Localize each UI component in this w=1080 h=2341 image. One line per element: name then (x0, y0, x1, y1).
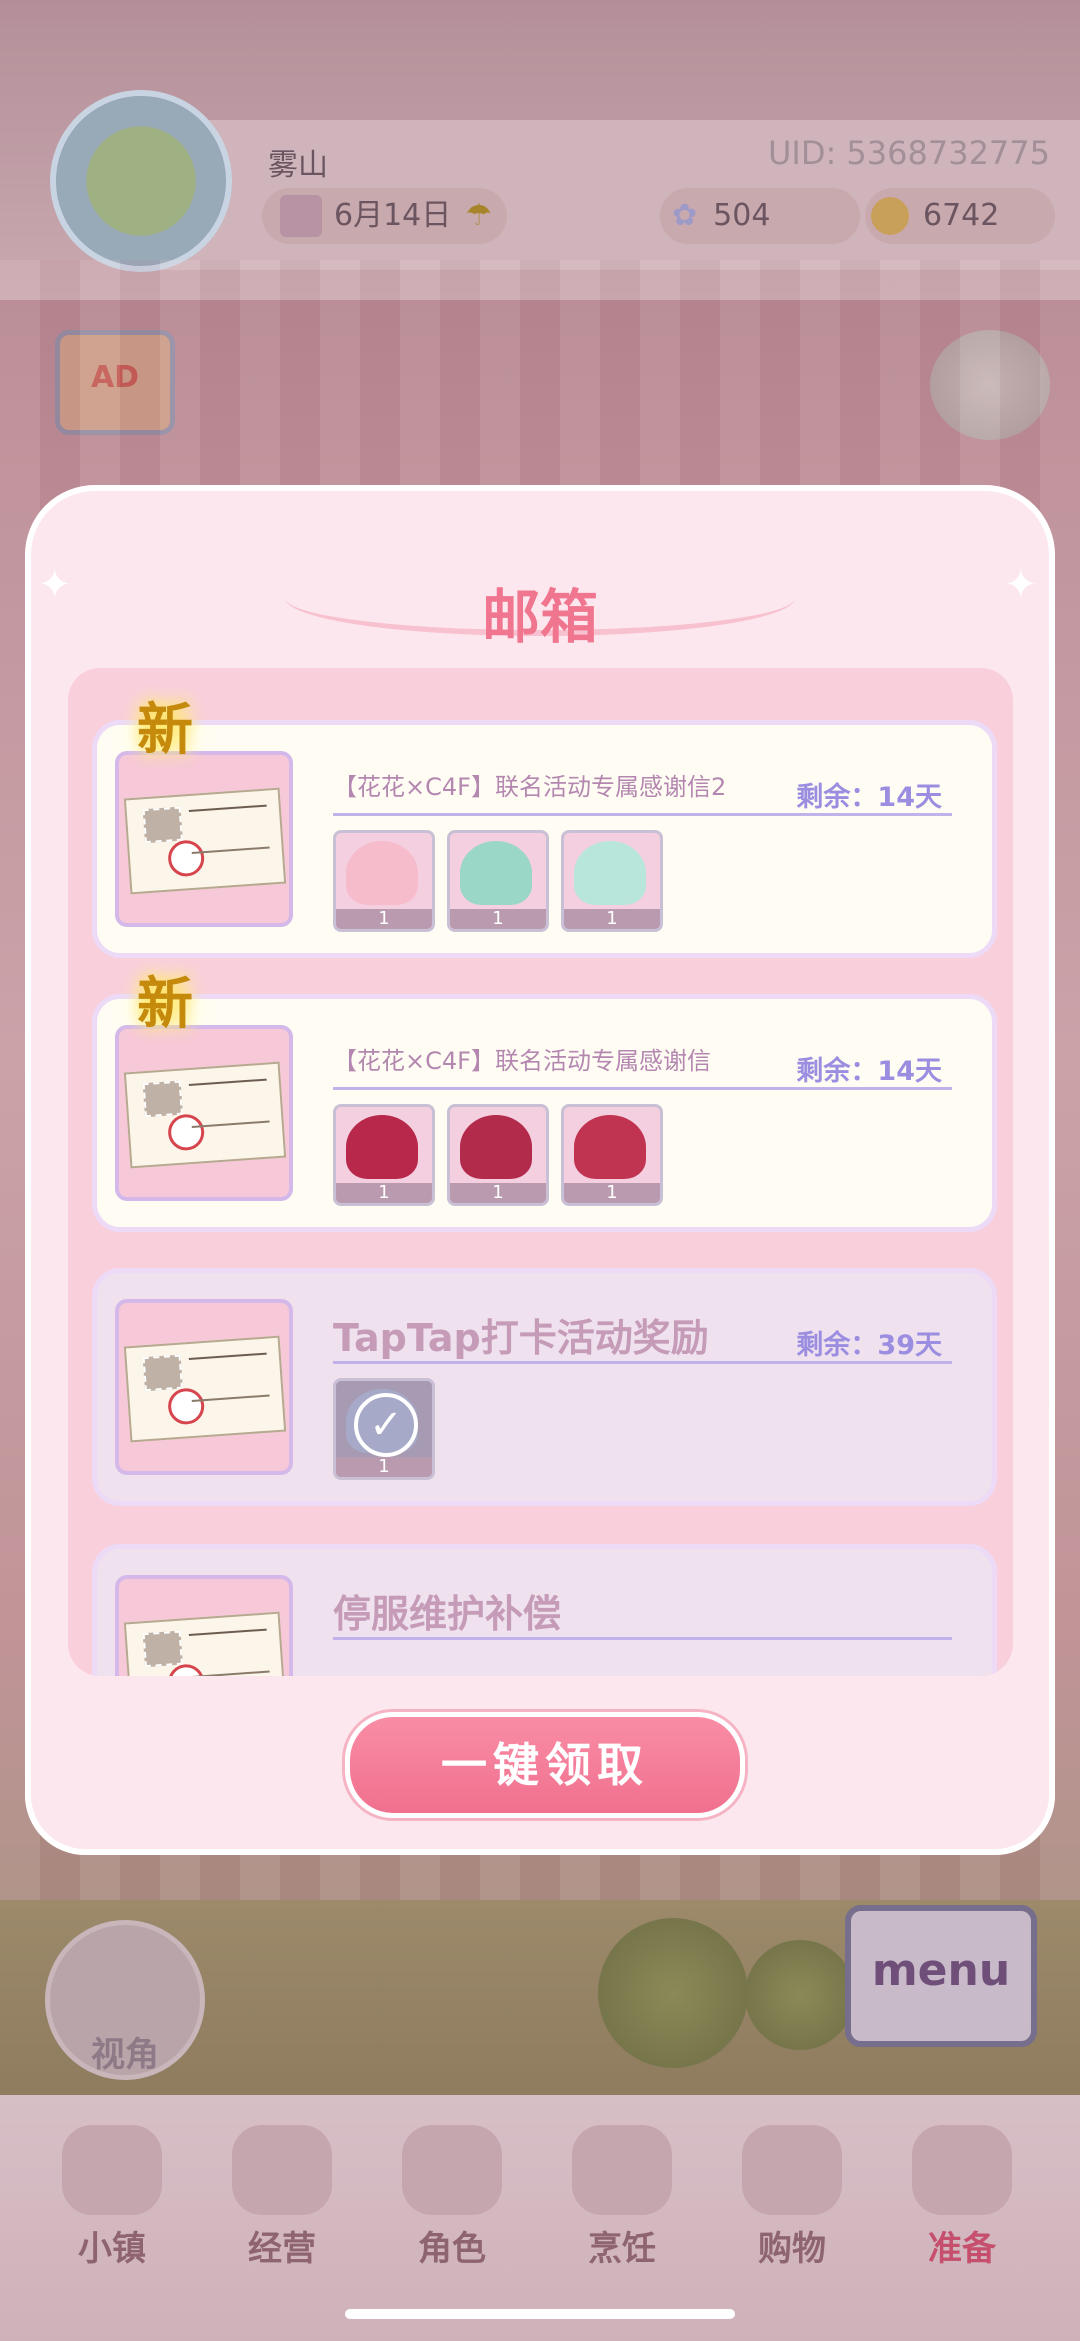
umbrella-icon: ☂ (465, 198, 493, 233)
mail-remaining: 剩余：14天 (796, 782, 942, 813)
nav-business[interactable]: 经营 (212, 2125, 352, 2275)
gems-count: 504 (713, 198, 771, 233)
reward-item[interactable]: 1 (561, 1104, 663, 1206)
player-uid: UID: 5368732775 (767, 134, 1050, 172)
hair-accessory-icon (346, 1115, 418, 1179)
nav-label: 经营 (248, 2229, 316, 2269)
camera-label: 视角 (91, 2035, 159, 2075)
mail-item[interactable]: 新 【花花×C4F】联名活动专属感谢信 剩余：14天 1 1 1 (92, 972, 997, 1232)
envelope-icon (123, 787, 287, 895)
title-underline (333, 1637, 952, 1640)
new-badge: 新 (137, 698, 193, 763)
item-qty: 1 (336, 909, 432, 929)
calendar-icon (280, 195, 322, 237)
nav-town[interactable]: 小镇 (42, 2125, 182, 2275)
gem-flower-icon: ✿ (672, 198, 698, 233)
coin-icon (871, 197, 909, 235)
nav-label: 准备 (928, 2229, 996, 2269)
date-pill: 6月14日 ☂ (262, 188, 507, 244)
item-qty: 1 (336, 1457, 432, 1477)
mail-thumbnail (115, 1299, 293, 1475)
bush-decoration (598, 1918, 748, 2068)
mail-item[interactable]: TapTap打卡活动奖励 剩余：39天 ✓ 1 (92, 1268, 997, 1506)
new-badge: 新 (137, 972, 193, 1037)
date-text: 6月14日 (334, 198, 452, 233)
mailbox-title: 邮箱 (481, 583, 598, 651)
mail-remaining: 剩余：14天 (796, 1056, 942, 1087)
nav-label: 小镇 (78, 2229, 146, 2269)
menu-book-button[interactable]: menu (845, 1905, 1037, 2047)
item-qty: 1 (450, 909, 546, 929)
mail-title: 停服维护补偿 (333, 1592, 562, 1636)
nav-prepare[interactable]: 准备 (892, 2125, 1032, 2275)
bush-decoration (745, 1940, 855, 2050)
nav-label: 购物 (758, 2229, 826, 2269)
outfit-icon (460, 1115, 532, 1179)
map-icon (62, 2125, 162, 2215)
coins-pill[interactable]: 6742 (865, 188, 1055, 244)
reward-item[interactable]: 1 (561, 830, 663, 932)
gems-pill[interactable]: ✿ 504 (660, 188, 860, 244)
nav-label: 角色 (418, 2229, 486, 2269)
reward-item[interactable]: 1 (333, 830, 435, 932)
nav-cooking[interactable]: 烹饪 (552, 2125, 692, 2275)
title-underline (333, 813, 952, 816)
item-qty: 1 (564, 1183, 660, 1203)
mail-thumbnail (115, 1575, 293, 1676)
item-qty: 1 (564, 909, 660, 929)
reward-item[interactable]: 1 (447, 1104, 549, 1206)
sparkle-icon: ✦ (1004, 562, 1038, 608)
mail-item[interactable]: 新 【花花×C4F】联名活动专属感谢信2 剩余：14天 1 1 1 (92, 698, 997, 958)
reward-item[interactable]: 1 (333, 1104, 435, 1206)
item-qty: 1 (336, 1183, 432, 1203)
sparkle-icon: ✦ (38, 562, 72, 608)
nav-label: 烹饪 (588, 2229, 656, 2269)
mail-remaining: 剩余：39天 (796, 1330, 942, 1361)
mail-thumbnail (115, 751, 293, 927)
mail-thumbnail (115, 1025, 293, 1201)
nav-character[interactable]: 角色 (382, 2125, 522, 2275)
home-indicator[interactable] (345, 2309, 735, 2319)
hair-accessory-icon (346, 841, 418, 905)
envelope-icon (123, 1611, 287, 1676)
reward-item[interactable]: 1 (447, 830, 549, 932)
envelope-icon (123, 1335, 287, 1443)
camera-view-button[interactable]: 视角 (45, 1920, 205, 2080)
basket-icon (912, 2125, 1012, 2215)
mail-title: 【花花×C4F】联名活动专属感谢信2 (333, 773, 727, 801)
reward-item[interactable]: ✓ 1 (333, 1378, 435, 1480)
title-underline (333, 1361, 952, 1364)
title-underline (333, 1087, 952, 1090)
shopping-bag-icon (742, 2125, 842, 2215)
sandwich-icon (572, 2125, 672, 2215)
locked-bag-icon (232, 2125, 332, 2215)
envelope-icon (123, 1061, 287, 1169)
character-icon (402, 2125, 502, 2215)
player-name: 雾山 (268, 148, 328, 183)
shoes-icon (574, 1115, 646, 1179)
claim-all-button[interactable]: 一键领取 (345, 1712, 745, 1818)
claimed-check-icon: ✓ (354, 1393, 418, 1457)
mail-title: TapTap打卡活动奖励 (333, 1316, 709, 1360)
mail-title: 【花花×C4F】联名活动专属感谢信 (333, 1047, 711, 1075)
shoes-icon (574, 841, 646, 905)
nav-shopping[interactable]: 购物 (722, 2125, 862, 2275)
player-avatar[interactable] (50, 90, 232, 272)
mail-item[interactable]: 停服维护补偿 (92, 1544, 997, 1676)
outfit-icon (460, 841, 532, 905)
mail-list[interactable]: 新 【花花×C4F】联名活动专属感谢信2 剩余：14天 1 1 1 新 【花花×… (68, 668, 1013, 1676)
item-qty: 1 (450, 1183, 546, 1203)
coins-count: 6742 (923, 198, 1000, 233)
